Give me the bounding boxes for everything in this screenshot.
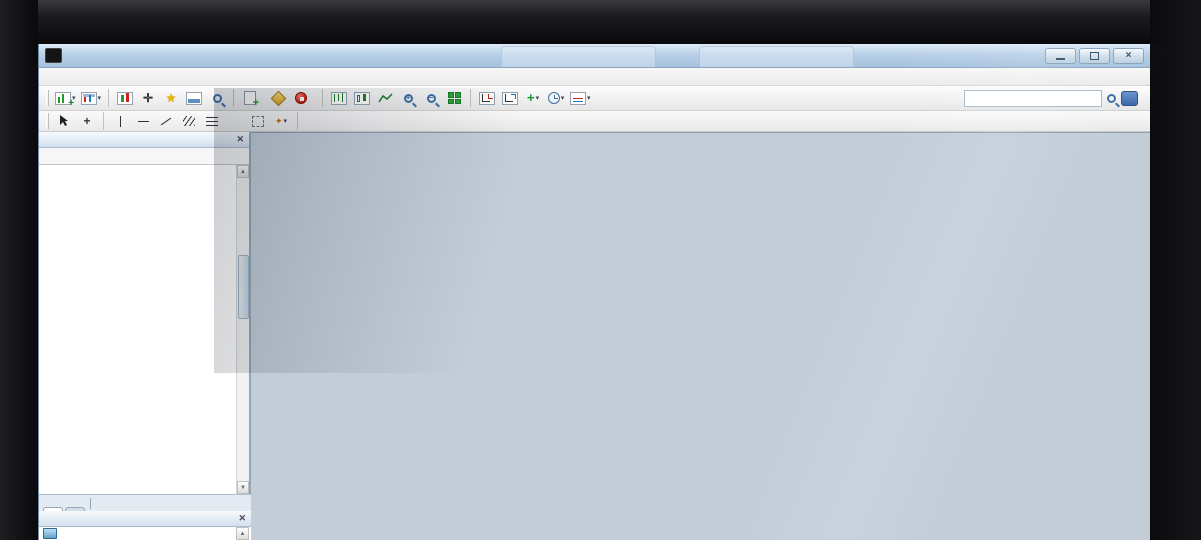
market-watch-icon[interactable] bbox=[114, 88, 136, 109]
tab-divider bbox=[90, 498, 91, 509]
channel-icon[interactable] bbox=[178, 111, 200, 132]
toolbar-separator bbox=[108, 89, 109, 107]
standard-toolbar: +▾ ▾ ✛ ★ + − +▾ ▾ ▾ bbox=[39, 86, 1150, 111]
navigator-icon[interactable]: ★ bbox=[160, 88, 182, 109]
new-chart-icon[interactable]: +▾ bbox=[53, 88, 78, 109]
scrollbar-thumb[interactable] bbox=[238, 255, 249, 319]
market-watch-tabs bbox=[39, 494, 251, 511]
monitor-bezel-right bbox=[1150, 0, 1201, 540]
toolbar-separator bbox=[322, 89, 323, 107]
market-watch-scrollbar[interactable]: ▲ ▼ bbox=[236, 165, 249, 494]
horizontal-line-icon[interactable] bbox=[132, 111, 154, 132]
background-browser-tab bbox=[501, 46, 656, 67]
scroll-up-icon[interactable]: ▲ bbox=[237, 165, 249, 178]
close-button[interactable]: × bbox=[1113, 48, 1144, 64]
toolbar-separator bbox=[103, 112, 104, 130]
toolbar-separator bbox=[470, 89, 471, 107]
vertical-line-icon[interactable] bbox=[109, 111, 131, 132]
bar-chart-icon[interactable] bbox=[328, 88, 350, 109]
monitor-bezel-top bbox=[0, 0, 1201, 44]
cursor-icon[interactable] bbox=[53, 111, 75, 132]
fibonacci-icon[interactable] bbox=[201, 111, 223, 132]
navigator-header[interactable]: ✕ bbox=[39, 511, 251, 527]
periods-icon[interactable]: ▾ bbox=[545, 88, 567, 109]
profiles-icon[interactable]: ▾ bbox=[79, 88, 104, 109]
toolbar-separator bbox=[233, 89, 234, 107]
trendline-icon[interactable] bbox=[155, 111, 177, 132]
account-icon bbox=[43, 528, 57, 539]
line-chart-icon[interactable] bbox=[374, 88, 396, 109]
market-watch-column-headers[interactable] bbox=[39, 148, 249, 165]
autotrading-icon[interactable] bbox=[290, 88, 312, 109]
line-studies-toolbar: + ✦▾ bbox=[39, 111, 1150, 132]
text-label-icon[interactable] bbox=[247, 111, 269, 132]
toolbar-separator bbox=[297, 112, 298, 130]
background-browser-tab bbox=[699, 46, 854, 67]
navigator-scroll-up-icon[interactable]: ▲ bbox=[236, 527, 249, 540]
minimize-button[interactable] bbox=[1045, 48, 1076, 64]
menu-bar bbox=[39, 68, 1150, 86]
new-order-icon[interactable] bbox=[239, 88, 261, 109]
candlestick-chart-icon[interactable] bbox=[351, 88, 373, 109]
step-forward-icon[interactable] bbox=[499, 88, 521, 109]
title-bar[interactable]: × bbox=[39, 44, 1150, 68]
close-icon[interactable]: ✕ bbox=[238, 513, 246, 524]
terminal-icon[interactable] bbox=[183, 88, 205, 109]
market-watch-rows bbox=[39, 165, 238, 494]
search-input[interactable] bbox=[964, 90, 1102, 107]
community-icon[interactable] bbox=[1121, 91, 1138, 106]
arrange-charts-icon[interactable] bbox=[476, 88, 498, 109]
app-icon bbox=[45, 48, 62, 63]
crosshair-icon[interactable]: + bbox=[76, 111, 98, 132]
close-icon[interactable]: ✕ bbox=[236, 134, 244, 145]
data-window-icon[interactable]: ✛ bbox=[137, 88, 159, 109]
toolbar-grip bbox=[46, 90, 49, 106]
maximize-button[interactable] bbox=[1079, 48, 1110, 64]
text-tool-icon[interactable] bbox=[224, 111, 246, 132]
strategy-tester-icon[interactable] bbox=[206, 88, 228, 109]
metaeditor-icon[interactable] bbox=[267, 88, 289, 109]
templates-icon[interactable]: ▾ bbox=[568, 88, 593, 109]
tile-windows-icon[interactable] bbox=[443, 88, 465, 109]
search-icon[interactable] bbox=[1107, 94, 1116, 103]
market-watch-panel: ✕ ▲ ▼ ✕ ▲ bbox=[39, 132, 251, 540]
zoom-in-icon[interactable]: + bbox=[397, 88, 419, 109]
monitor-bezel-left bbox=[0, 0, 38, 540]
indicators-icon[interactable]: +▾ bbox=[522, 88, 544, 109]
zoom-out-icon[interactable]: − bbox=[420, 88, 442, 109]
toolbar-grip bbox=[46, 113, 49, 129]
chart-workspace bbox=[251, 132, 1151, 540]
market-watch-header[interactable]: ✕ bbox=[39, 132, 249, 148]
arrows-icon[interactable]: ✦▾ bbox=[270, 111, 292, 132]
scroll-down-icon[interactable]: ▼ bbox=[237, 481, 249, 494]
navigator-root-item[interactable] bbox=[39, 527, 251, 540]
mt4-window: × +▾ ▾ ✛ ★ + − +▾ ▾ ▾ bbox=[38, 44, 1150, 540]
